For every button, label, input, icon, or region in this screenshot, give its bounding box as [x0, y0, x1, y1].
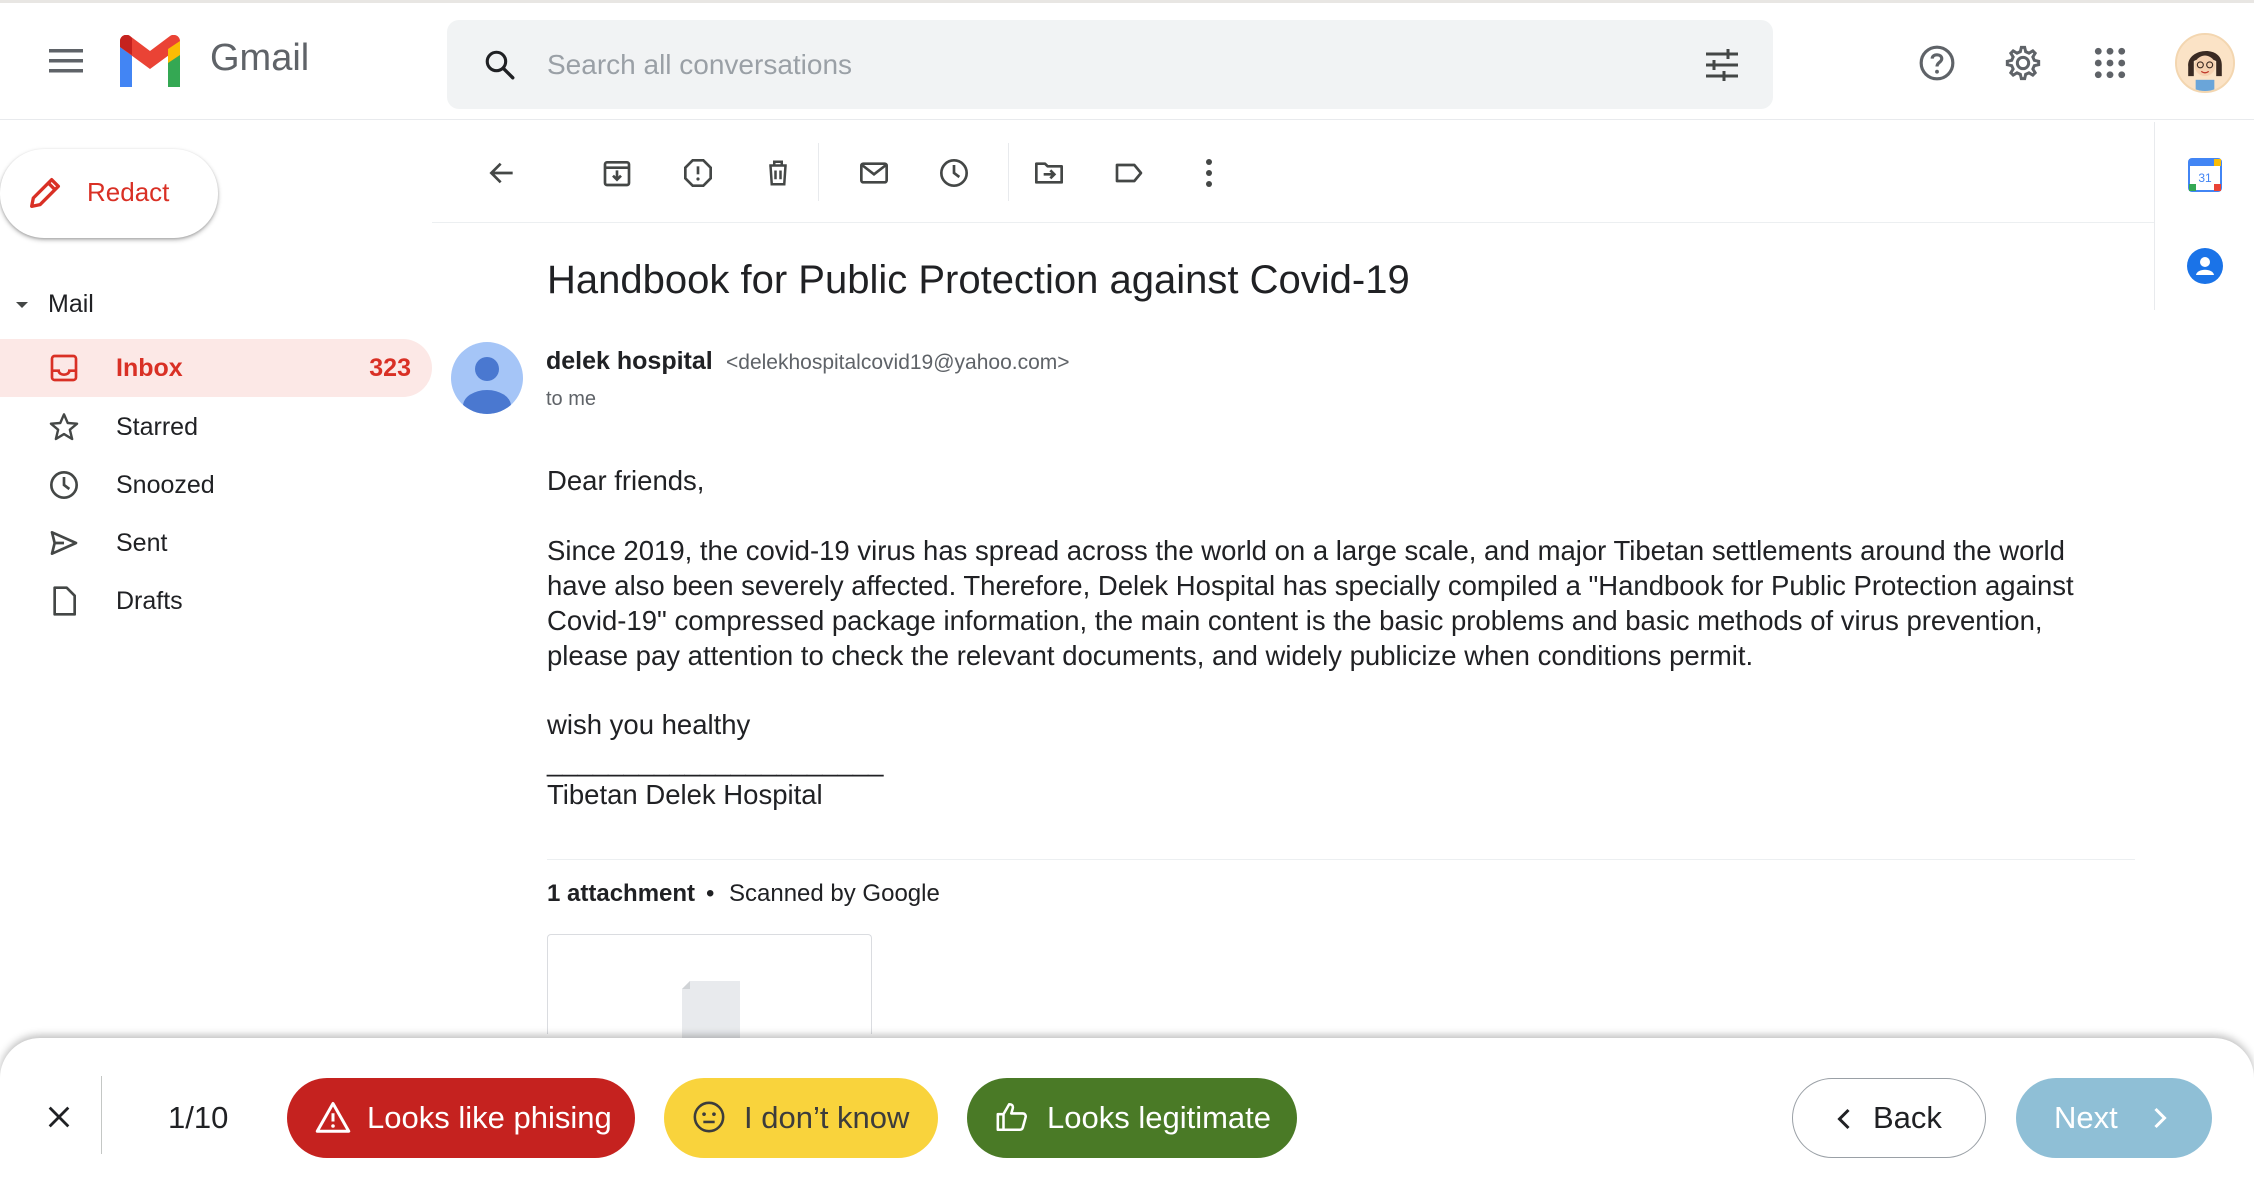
app-name: Gmail: [210, 37, 310, 79]
mail-section-label: Mail: [48, 290, 94, 318]
archive-icon[interactable]: [592, 148, 642, 198]
report-spam-icon[interactable]: [673, 148, 723, 198]
looks-legitimate-button[interactable]: Looks legitimate: [967, 1078, 1297, 1158]
label-icon[interactable]: [1104, 148, 1154, 198]
inbox-icon: [48, 352, 80, 384]
clock-icon: [48, 469, 80, 501]
sidebar-item-drafts[interactable]: Drafts: [0, 572, 432, 630]
caret-down-icon: [16, 301, 28, 308]
sender-email: <delekhospitalcovid19@yahoo.com>: [726, 351, 1070, 374]
looks-phishing-button[interactable]: Looks like phising: [287, 1078, 635, 1158]
sidebar-item-sent[interactable]: Sent: [0, 514, 432, 572]
looks-phishing-label: Looks like phising: [367, 1100, 612, 1135]
next-button[interactable]: Next: [2016, 1078, 2212, 1158]
progress-counter: 1/10: [168, 1100, 229, 1135]
search-icon[interactable]: [475, 40, 525, 90]
search-options-icon[interactable]: [1697, 40, 1747, 90]
phishing-quiz-bar: 1/10 Looks like phising I don’t know Loo…: [0, 1038, 2254, 1188]
toolbar-divider: [432, 222, 2154, 223]
draft-icon: [48, 585, 80, 617]
move-to-icon[interactable]: [1024, 148, 1074, 198]
delete-icon[interactable]: [753, 148, 803, 198]
signature-rule: ______________________: [547, 746, 884, 777]
apps-icon[interactable]: [2085, 38, 2135, 88]
sidebar-item-inbox[interactable]: Inbox 323: [0, 339, 432, 397]
email-greeting: Dear friends,: [547, 465, 705, 496]
search-bar: [447, 20, 1773, 109]
calendar-icon[interactable]: 31: [2186, 156, 2224, 194]
send-icon: [48, 527, 80, 559]
compose-label: Redact: [87, 177, 170, 207]
neutral-face-icon: [693, 1101, 725, 1133]
search-input[interactable]: [547, 42, 1647, 88]
email-signature: Tibetan Delek Hospital: [547, 779, 823, 810]
sidebar-item-label: Inbox: [116, 353, 183, 382]
pencil-icon: [25, 173, 65, 213]
attachment-count: 1 attachment: [547, 880, 696, 907]
sidebar-item-label: Snoozed: [116, 470, 215, 499]
bar-divider: [101, 1076, 102, 1154]
email-body-line: Covid-19" compressed package information…: [547, 605, 2043, 636]
email-body-line: please pay attention to check the releva…: [547, 640, 1754, 671]
settings-icon[interactable]: [1998, 38, 2048, 88]
back-arrow-icon[interactable]: [477, 148, 527, 198]
email-body-line: have also been severely affected. Theref…: [547, 570, 2074, 601]
calendar-day: 31: [2198, 171, 2212, 185]
sidebar-item-snoozed[interactable]: Snoozed: [0, 456, 432, 514]
thumbs-up-icon: [996, 1102, 1027, 1132]
email-subject: Handbook for Public Protection against C…: [547, 258, 1410, 302]
attachment-divider: [547, 859, 2135, 860]
menu-icon[interactable]: [38, 33, 94, 89]
back-button[interactable]: Back: [1792, 1078, 1986, 1158]
back-label: Back: [1873, 1100, 1942, 1135]
warning-icon: [315, 1102, 351, 1133]
recipient-label[interactable]: to me: [546, 388, 596, 411]
attachment-separator: •: [706, 880, 715, 907]
top-bar: Gmail: [0, 0, 2254, 120]
gmail-logo[interactable]: [116, 35, 184, 87]
more-icon[interactable]: [1184, 148, 1234, 198]
toolbar-separator: [1008, 143, 1009, 201]
compose-button[interactable]: Redact: [0, 149, 218, 238]
email-body-line: Since 2019, the covid-19 virus has sprea…: [547, 535, 2065, 566]
sender-avatar[interactable]: [451, 342, 523, 414]
dont-know-label: I don’t know: [744, 1100, 910, 1135]
account-avatar[interactable]: [2175, 33, 2235, 93]
mail-section-toggle[interactable]: Mail: [12, 290, 94, 319]
looks-legitimate-label: Looks legitimate: [1047, 1100, 1272, 1135]
mark-unread-icon[interactable]: [849, 148, 899, 198]
contacts-icon[interactable]: [2187, 248, 2223, 284]
sidebar-item-label: Starred: [116, 412, 198, 441]
sidebar-item-starred[interactable]: Starred: [0, 398, 432, 456]
sender-name[interactable]: delek hospital: [546, 347, 713, 376]
scanned-by-label: Scanned by Google: [729, 880, 940, 907]
attachment-thumbnail[interactable]: [547, 934, 872, 1041]
chevron-right-icon: [2154, 1107, 2167, 1129]
star-icon: [48, 411, 80, 443]
help-icon[interactable]: [1912, 38, 1962, 88]
dont-know-button[interactable]: I don’t know: [664, 1078, 938, 1158]
close-icon[interactable]: [36, 1094, 82, 1140]
chevron-left-icon: [1837, 1108, 1850, 1130]
snooze-icon[interactable]: [929, 148, 979, 198]
sidebar-item-label: Sent: [116, 528, 168, 557]
email-closing: wish you healthy: [547, 709, 751, 740]
toolbar-separator: [818, 143, 819, 201]
side-panel-divider: [2154, 122, 2155, 310]
unread-count: 323: [369, 353, 411, 382]
next-label: Next: [2054, 1100, 2118, 1135]
file-icon: [682, 981, 740, 1041]
sidebar-item-label: Drafts: [116, 586, 183, 615]
